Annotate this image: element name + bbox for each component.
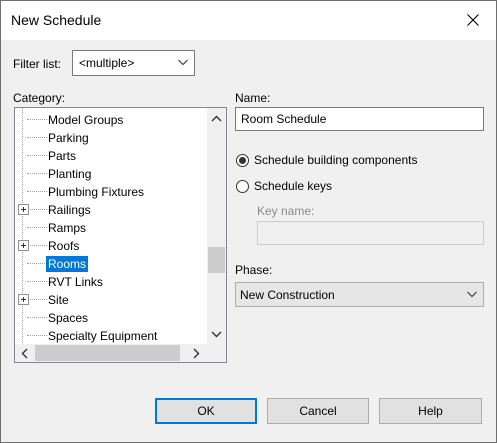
tree-connector <box>27 335 47 336</box>
key-name-label: Key name: <box>257 204 315 218</box>
horizontal-scroll-thumb[interactable] <box>35 345 180 361</box>
cancel-button[interactable]: Cancel <box>267 398 369 424</box>
name-label: Name: <box>235 91 271 105</box>
tree-connector <box>27 119 47 120</box>
schedule-keys-radio[interactable] <box>236 180 249 193</box>
tree-connector <box>27 227 47 228</box>
tree-connector <box>27 155 47 156</box>
tree-item[interactable]: Parts <box>15 147 207 165</box>
expand-plus-icon[interactable] <box>18 204 29 215</box>
phase-dropdown[interactable]: New Construction <box>235 282 484 307</box>
cancel-button-label: Cancel <box>299 404 337 418</box>
tree-item-label: Roofs <box>48 239 80 253</box>
schedule-building-components-label[interactable]: Schedule building components <box>254 153 417 167</box>
tree-connector <box>27 317 47 318</box>
close-button[interactable] <box>456 5 490 35</box>
ok-button-label: OK <box>197 404 215 418</box>
key-name-input[interactable] <box>257 221 484 245</box>
phase-label: Phase: <box>235 263 273 277</box>
filter-list-dropdown[interactable]: <multiple> <box>72 50 195 76</box>
scroll-left-icon[interactable] <box>15 344 34 362</box>
tree-item[interactable]: Planting <box>15 165 207 183</box>
help-button[interactable]: Help <box>379 398 482 424</box>
tree-item[interactable]: Railings <box>15 201 207 219</box>
close-icon <box>467 14 479 26</box>
tree-item[interactable]: Parking <box>15 129 207 147</box>
tree-item[interactable]: Rooms <box>15 255 207 273</box>
phase-value: New Construction <box>240 288 335 302</box>
tree-item[interactable]: Model Groups <box>15 111 207 129</box>
ok-button[interactable]: OK <box>155 398 257 424</box>
schedule-building-components-radio[interactable] <box>236 154 249 167</box>
tree-item[interactable]: Roofs <box>15 237 207 255</box>
scroll-right-icon[interactable] <box>187 344 206 362</box>
filter-list-value: <multiple> <box>79 56 135 70</box>
tree-item[interactable]: Ramps <box>15 219 207 237</box>
tree-item-label: Site <box>48 293 69 307</box>
filter-list-label: Filter list: <box>13 57 61 71</box>
tree-item-label: Plumbing Fixtures <box>48 185 145 199</box>
tree-connector <box>27 245 47 246</box>
tree-connector <box>27 173 47 174</box>
tree-item-label: Planting <box>48 167 92 181</box>
tree-item-label: Specialty Equipment <box>48 329 158 343</box>
scroll-up-icon[interactable] <box>207 108 226 128</box>
tree-item-label: Spaces <box>48 311 89 325</box>
radio-selected-dot <box>239 157 246 164</box>
tree-item-label: Railings <box>48 203 91 217</box>
expand-plus-icon[interactable] <box>18 294 29 305</box>
vertical-scrollbar[interactable] <box>207 108 226 344</box>
category-tree[interactable]: Model Groups Parking Parts Planting Plumbing… <box>14 107 227 363</box>
expand-plus-icon[interactable] <box>18 240 29 251</box>
tree-item[interactable]: RVT Links <box>15 273 207 291</box>
title-bar: New Schedule <box>1 1 496 40</box>
schedule-keys-label[interactable]: Schedule keys <box>254 179 332 193</box>
tree-item[interactable]: Plumbing Fixtures <box>15 183 207 201</box>
tree-connector <box>27 209 47 210</box>
tree-item-label: Rooms <box>46 256 89 272</box>
tree-item-label: Parking <box>48 131 89 145</box>
tree-item-label: Parts <box>48 149 77 163</box>
tree-connector <box>27 299 47 300</box>
chevron-down-icon <box>178 59 188 66</box>
dialog-title: New Schedule <box>11 12 102 28</box>
tree-connector <box>27 191 47 192</box>
tree-item-label: RVT Links <box>48 275 103 289</box>
tree-item[interactable]: Spaces <box>15 309 207 327</box>
vertical-scroll-thumb[interactable] <box>208 247 225 273</box>
tree-item-label: Model Groups <box>48 113 124 127</box>
scrollbar-corner <box>207 344 226 362</box>
tree-connector <box>27 281 47 282</box>
category-label: Category: <box>13 91 66 105</box>
tree-item[interactable]: Specialty Equipment <box>15 327 207 345</box>
horizontal-scrollbar[interactable] <box>15 344 207 362</box>
name-input[interactable] <box>235 107 484 131</box>
tree-item[interactable]: Site <box>15 291 207 309</box>
scroll-down-icon[interactable] <box>207 324 226 344</box>
chevron-down-icon <box>467 291 477 298</box>
tree-connector <box>27 263 47 264</box>
new-schedule-dialog: New Schedule Filter list: <multiple> Cat… <box>0 0 497 443</box>
help-button-label: Help <box>418 404 443 418</box>
tree-item-label: Ramps <box>48 221 87 235</box>
tree-connector <box>27 137 47 138</box>
